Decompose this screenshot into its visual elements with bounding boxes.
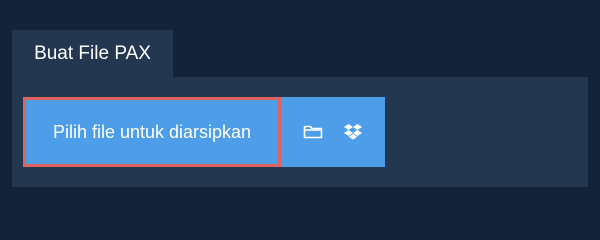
choose-file-button[interactable]: Pilih file untuk diarsipkan xyxy=(23,97,281,167)
upload-button-group: Pilih file untuk diarsipkan xyxy=(23,97,385,167)
cloud-source-buttons xyxy=(281,97,385,167)
upload-panel: Pilih file untuk diarsipkan xyxy=(12,77,588,187)
tab-create-pax[interactable]: Buat File PAX xyxy=(12,30,173,77)
dropbox-icon[interactable] xyxy=(343,123,363,141)
tab-label: Buat File PAX xyxy=(34,42,151,64)
choose-file-label: Pilih file untuk diarsipkan xyxy=(52,121,252,142)
folder-icon[interactable] xyxy=(303,124,323,140)
